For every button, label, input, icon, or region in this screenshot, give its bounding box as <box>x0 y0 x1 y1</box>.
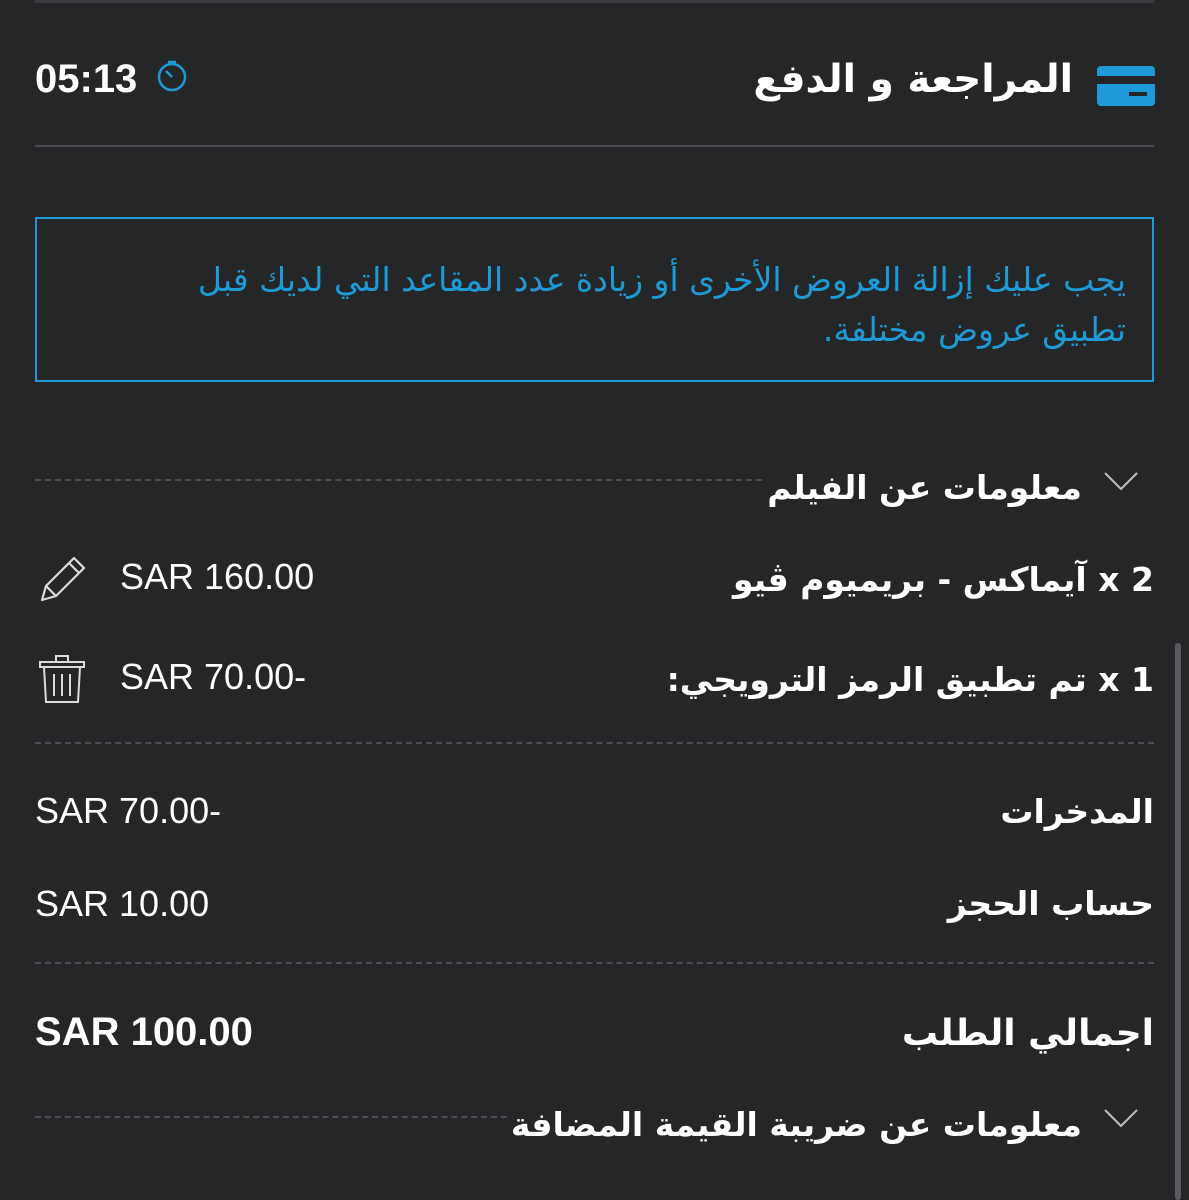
savings-value: SAR 70.00- <box>35 790 222 831</box>
chevron-down-icon <box>1104 1109 1138 1128</box>
film-info-divider <box>35 479 762 481</box>
total-value: SAR 100.00 <box>35 1010 253 1054</box>
vat-info-toggle[interactable]: معلومات عن ضريبة القيمة المضافة <box>511 1097 1155 1153</box>
summary-divider <box>35 962 1154 964</box>
ticket-item-price: SAR 160.00 <box>120 556 315 597</box>
page-title: المراجعة و الدفع <box>753 57 1073 102</box>
pencil-icon[interactable] <box>34 554 88 608</box>
vat-info-divider <box>35 1116 507 1118</box>
countdown-timer: 05:13 <box>35 57 138 101</box>
film-info-toggle[interactable]: معلومات عن الفيلم <box>767 460 1155 516</box>
promo-item-price: SAR 70.00- <box>120 656 307 697</box>
chevron-down-icon <box>1104 472 1138 491</box>
savings-label: المدخرات <box>1000 792 1154 831</box>
notice-text: يجب عليك إزالة العروض الأخرى أو زيادة عد… <box>197 260 1126 349</box>
credit-card-icon <box>1097 66 1155 106</box>
items-divider <box>35 742 1154 744</box>
booking-fee-value: SAR 10.00 <box>35 883 210 924</box>
booking-fee-label: حساب الحجز <box>947 884 1154 923</box>
film-info-label: معلومات عن الفيلم <box>767 468 1082 507</box>
stopwatch-icon <box>157 60 187 92</box>
promo-item-label: 1 x تم تطبيق الرمز الترويجي: <box>666 660 1154 699</box>
top-divider <box>35 0 1154 3</box>
vat-info-label: معلومات عن ضريبة القيمة المضافة <box>510 1105 1082 1144</box>
trash-icon[interactable] <box>36 654 88 706</box>
scrollbar[interactable] <box>1175 643 1181 1200</box>
offer-notice: يجب عليك إزالة العروض الأخرى أو زيادة عد… <box>35 217 1154 382</box>
total-label: اجمالي الطلب <box>901 1013 1154 1054</box>
header-divider <box>35 145 1154 147</box>
ticket-item-label: 2 x آيماكس - بريميوم ڤيو <box>732 560 1154 599</box>
